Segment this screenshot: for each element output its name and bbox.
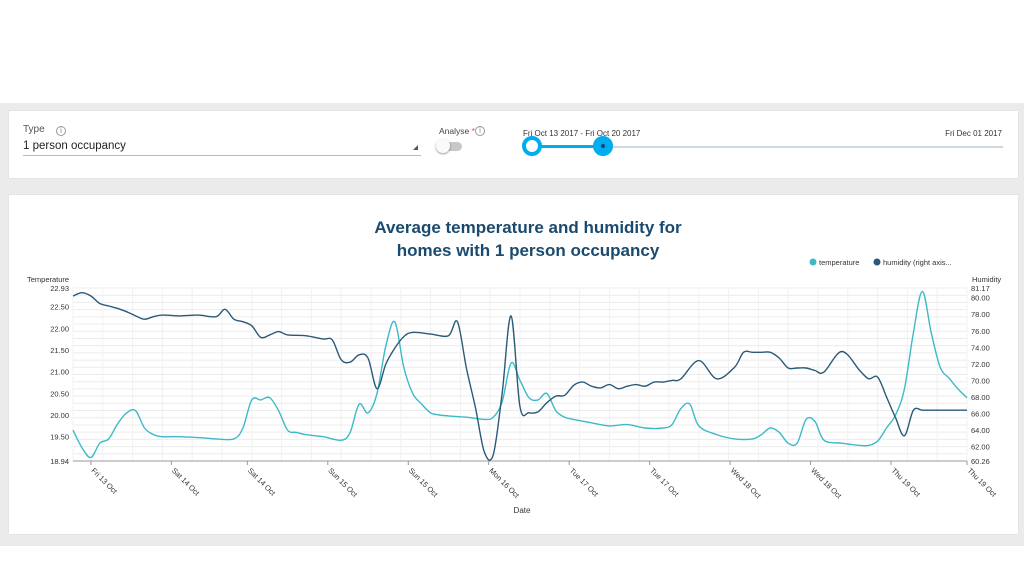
y-right-tick-label: 72.00 [971,360,990,369]
y-left-tick-label: 22.93 [50,284,69,293]
chart-title-line-1: Average temperature and humidity for [374,218,682,237]
analyse-toggle-knob[interactable] [436,139,450,153]
y-right-tick-label: 64.00 [971,426,990,435]
x-tick-label: Sun 15 Oct [326,466,360,500]
legend-temperature-marker[interactable] [809,258,817,266]
y-right-tick-label: 66.00 [971,410,990,419]
y-left-tick-label: 22.00 [50,324,69,333]
y-axis-right-title: Humidity [972,275,1001,284]
legend-temperature-label[interactable]: temperature [819,258,859,267]
y-right-tick-label: 70.00 [971,376,990,385]
y-left-tick-label: 22.50 [50,303,69,312]
y-right-tick-label: 62.00 [971,443,990,452]
y-left-tick-label: 21.50 [50,346,69,355]
y-right-tick-label: 80.00 [971,294,990,303]
y-right-tick-label: 68.00 [971,393,990,402]
y-left-tick-label: 21.00 [50,368,69,377]
y-left-tick-label: 19.50 [50,433,69,442]
x-tick-label: Sun 15 Oct [407,466,441,500]
y-left-tick-label: 20.00 [50,411,69,420]
info-icon[interactable]: i [56,126,66,136]
x-tick-label: Sat 14 Oct [246,466,278,498]
x-tick-label: Fri 13 Oct [89,466,119,496]
dropdown-arrow-icon[interactable] [413,145,418,150]
y-right-tick-label: 60.26 [971,457,990,466]
legend-humidity-label[interactable]: humidity (right axis... [883,258,952,267]
date-range-label: Fri Oct 13 2017 - Fri Oct 20 2017 [523,129,641,138]
x-axis-title: Date [514,506,531,515]
y-right-tick-label: 74.00 [971,343,990,352]
type-select[interactable]: 1 person occupancy [23,140,126,152]
y-right-tick-label: 81.17 [971,284,990,293]
x-tick-label: Thu 19 Oct [966,466,999,499]
x-tick-label: Thu 19 Oct [890,466,923,499]
analyse-info-icon[interactable]: i [475,126,485,136]
x-tick-label: Tue 17 Oct [568,466,601,499]
x-tick-label: Mon 16 Oct [487,466,521,500]
chart-svg: Average temperature and humidity for hom… [27,218,1001,515]
chart-panel: Average temperature and humidity for hom… [9,195,1018,534]
analyse-label: Analyse * [439,126,475,136]
chart-title-line-2: homes with 1 person occupancy [397,241,660,260]
x-tick-label: Tue 17 Oct [648,466,681,499]
x-tick-label: Wed 18 Oct [809,466,844,501]
controls-panel: Type i 1 person occupancy Analyse * i Fr… [9,111,1018,178]
y-axis-left-title: Temperature [27,275,69,284]
x-tick-label: Sat 14 Oct [170,466,202,498]
x-tick-label: Wed 18 Oct [729,466,764,501]
legend-humidity-marker[interactable] [873,258,881,266]
y-left-tick-label: 18.94 [50,457,69,466]
y-left-tick-label: 20.50 [50,389,69,398]
date-range-end-label: Fri Dec 01 2017 [945,129,1002,138]
type-label: Type [23,124,45,135]
y-right-tick-label: 78.00 [971,310,990,319]
slider-start-handle[interactable] [522,136,542,156]
type-select-underline [23,155,421,156]
slider-end-handle[interactable] [593,136,613,156]
y-right-tick-label: 76.00 [971,327,990,336]
